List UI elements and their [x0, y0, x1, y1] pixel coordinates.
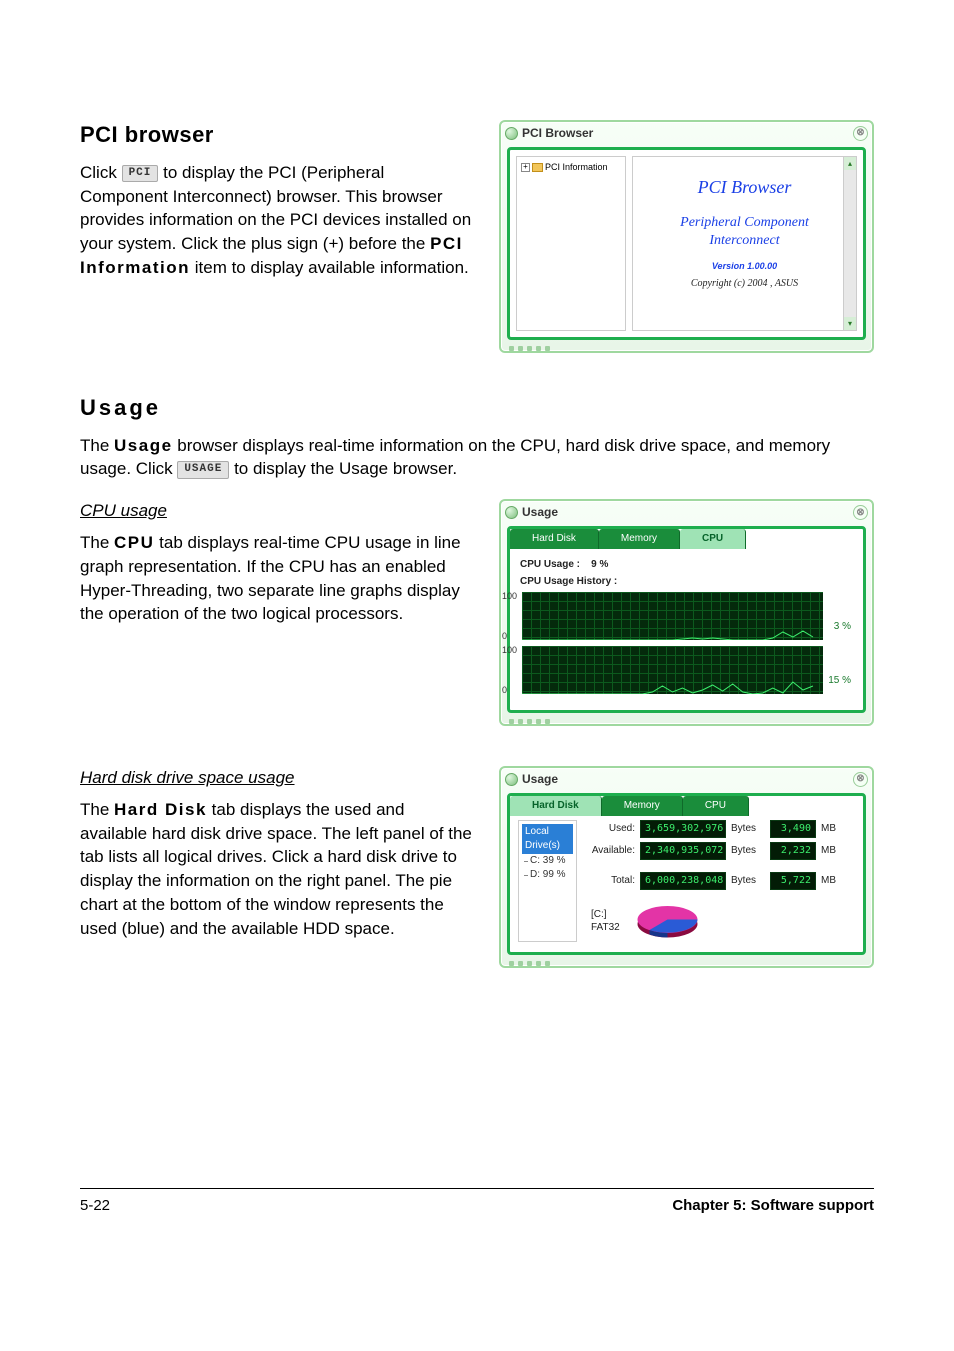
- close-icon[interactable]: ⊗: [853, 772, 868, 787]
- pci-logo-line2b: Interconnect: [709, 233, 779, 248]
- hdd-bold: Hard Disk: [114, 800, 207, 819]
- pager-dots: [509, 961, 872, 966]
- available-label: Available:: [585, 844, 635, 858]
- pci-tree[interactable]: + PCI Information: [516, 156, 626, 331]
- pci-browser-window: PCI Browser ⊗ + PCI Information PCI Bro: [499, 120, 874, 353]
- total-mb: 5,722: [770, 872, 816, 890]
- tab-memory[interactable]: Memory: [602, 796, 683, 816]
- scroll-down-icon[interactable]: ▾: [844, 317, 856, 330]
- window-titlebar: Usage ⊗: [501, 501, 872, 524]
- used-mb: 3,490: [770, 820, 816, 838]
- available-mb: 2,232: [770, 842, 816, 860]
- cpu-bold: CPU: [114, 533, 154, 552]
- cpu-usage-paragraph: The CPU tab displays real-time CPU usage…: [80, 531, 475, 626]
- text-fragment: tab displays the used and available hard…: [80, 800, 472, 938]
- pager-dots: [509, 719, 872, 724]
- cpu-graph-1: [522, 592, 823, 640]
- window-titlebar: PCI Browser ⊗: [501, 122, 872, 145]
- folder-icon: [532, 163, 543, 172]
- tab-cpu[interactable]: CPU: [680, 529, 746, 549]
- usage-tabs: Hard Disk Memory CPU: [510, 796, 863, 816]
- usage-intro-paragraph: The Usage browser displays real-time inf…: [80, 434, 874, 482]
- hdd-usage-subhead: Hard disk drive space usage: [80, 766, 475, 790]
- cpu-pct-1: 3 %: [834, 620, 851, 634]
- cpu-usage-subhead: CPU usage: [80, 499, 475, 523]
- pci-logo-line2a: Peripheral Component: [680, 215, 809, 230]
- window-title: Usage: [522, 771, 558, 788]
- tree-label: PCI Information: [545, 161, 608, 174]
- drive-list-header: Local Drive(s): [522, 824, 573, 854]
- tab-hard-disk[interactable]: Hard Disk: [510, 796, 602, 816]
- text-fragment: item to display available information.: [195, 258, 469, 277]
- scrollbar[interactable]: ▴ ▾: [843, 157, 856, 330]
- used-label: Used:: [585, 822, 635, 836]
- cpu-usage-value: 9 %: [591, 559, 608, 570]
- axis-0: 0: [502, 630, 507, 643]
- window-title: Usage: [522, 504, 558, 521]
- drive-item-c[interactable]: C: 39 %: [522, 854, 573, 868]
- globe-icon: [505, 127, 518, 140]
- drive-details: Used: 3,659,302,976 Bytes 3,490 MB Avail…: [585, 820, 855, 942]
- pci-browser-paragraph: Click PCI to display the PCI (Peripheral…: [80, 161, 475, 280]
- tab-hard-disk[interactable]: Hard Disk: [510, 529, 599, 549]
- cpu-history-label: CPU Usage History :: [520, 575, 853, 589]
- pci-browser-heading: PCI browser: [80, 120, 475, 151]
- usage-heading: Usage: [80, 393, 874, 424]
- drive-item-d[interactable]: D: 99 %: [522, 868, 573, 882]
- globe-icon: [505, 773, 518, 786]
- page-footer: 5-22 Chapter 5: Software support: [80, 1188, 874, 1216]
- pci-version: Version 1.00.00: [637, 260, 852, 273]
- mb-unit: MB: [821, 844, 855, 858]
- cpu-graph-2: [522, 646, 823, 694]
- bytes-unit: Bytes: [731, 874, 765, 888]
- axis-0: 0: [502, 684, 507, 697]
- chapter-title: Chapter 5: Software support: [672, 1195, 874, 1216]
- hdd-usage-paragraph: The Hard Disk tab displays the used and …: [80, 798, 475, 941]
- tab-memory[interactable]: Memory: [599, 529, 680, 549]
- usage-bold: Usage: [114, 436, 173, 455]
- pci-tree-node[interactable]: + PCI Information: [521, 161, 621, 174]
- cpu-usage-label: CPU Usage :: [520, 559, 580, 570]
- text-fragment: to display the Usage browser.: [234, 459, 457, 478]
- window-title: PCI Browser: [522, 125, 593, 142]
- available-bytes: 2,340,935,072: [640, 842, 726, 860]
- pci-logo-title: PCI Browser: [637, 175, 852, 200]
- tab-cpu[interactable]: CPU: [683, 796, 749, 816]
- pci-copyright: Copyright (c) 2004 , ASUS: [637, 277, 852, 291]
- text-fragment: The: [80, 800, 114, 819]
- pager-dots: [509, 346, 872, 351]
- axis-100: 100: [502, 644, 517, 657]
- pie-drive-label: [C:]: [591, 908, 620, 921]
- text-fragment: The: [80, 533, 114, 552]
- pie-chart: [630, 900, 705, 942]
- drive-list[interactable]: Local Drive(s) C: 39 % D: 99 %: [518, 820, 577, 942]
- globe-icon: [505, 506, 518, 519]
- text-fragment: The: [80, 436, 114, 455]
- window-titlebar: Usage ⊗: [501, 768, 872, 791]
- cpu-pct-2: 15 %: [828, 674, 851, 688]
- usage-hdd-window: Usage ⊗ Hard Disk Memory CPU Local Drive…: [499, 766, 874, 968]
- plus-icon[interactable]: +: [521, 163, 530, 172]
- pci-inline-button[interactable]: PCI: [122, 165, 159, 182]
- usage-cpu-window: Usage ⊗ Hard Disk Memory CPU CPU Usage :…: [499, 499, 874, 726]
- pci-info-pane: PCI Browser Peripheral Component Interco…: [632, 156, 857, 331]
- mb-unit: MB: [821, 822, 855, 836]
- axis-100: 100: [502, 590, 517, 603]
- bytes-unit: Bytes: [731, 822, 765, 836]
- usage-tabs: Hard Disk Memory CPU: [510, 529, 863, 549]
- usage-inline-button[interactable]: USAGE: [177, 461, 229, 478]
- page-number: 5-22: [80, 1195, 110, 1216]
- close-icon[interactable]: ⊗: [853, 505, 868, 520]
- total-label: Total:: [585, 874, 635, 888]
- total-bytes: 6,000,238,048: [640, 872, 726, 890]
- close-icon[interactable]: ⊗: [853, 126, 868, 141]
- bytes-unit: Bytes: [731, 844, 765, 858]
- pie-fs-label: FAT32: [591, 921, 620, 934]
- text-fragment: Click: [80, 163, 122, 182]
- scroll-up-icon[interactable]: ▴: [844, 157, 856, 170]
- mb-unit: MB: [821, 874, 855, 888]
- used-bytes: 3,659,302,976: [640, 820, 726, 838]
